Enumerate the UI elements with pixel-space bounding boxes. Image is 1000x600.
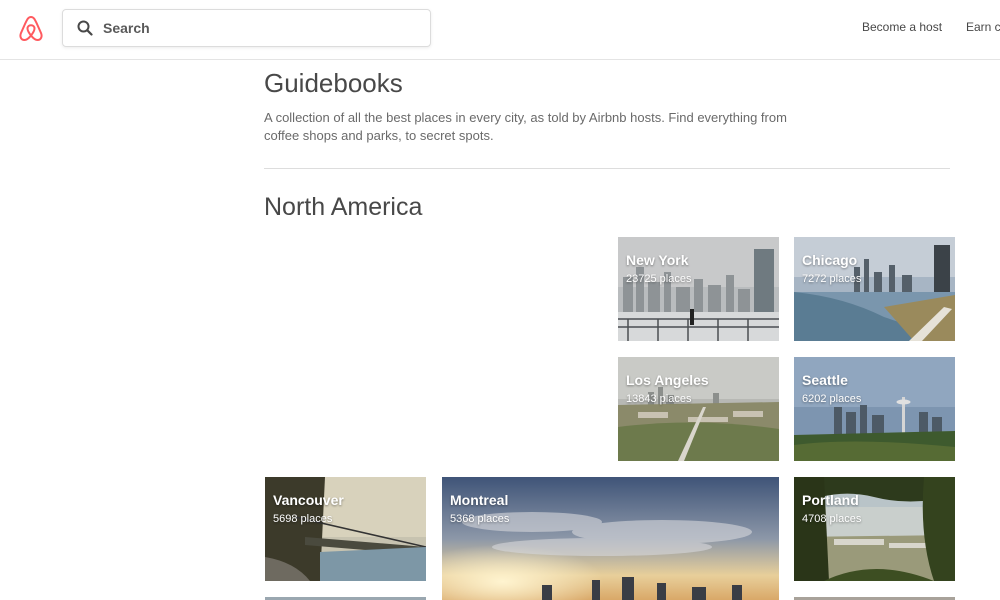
section-title-north-america: North America <box>264 193 423 221</box>
city-name: Chicago <box>802 252 858 268</box>
city-name: Montreal <box>450 492 509 508</box>
earn-credit-link[interactable]: Earn cr <box>966 20 1000 34</box>
top-header: Become a host Earn cr <box>0 0 1000 60</box>
guidebook-card-los-angeles[interactable]: Los Angeles 13843 places <box>618 357 779 461</box>
places-count: 6202 places <box>802 393 862 405</box>
places-count: 5698 places <box>273 513 333 525</box>
places-count: 13843 places <box>626 393 692 405</box>
page-description: A collection of all the best places in e… <box>264 110 787 143</box>
places-count: 4708 places <box>802 513 862 525</box>
city-name: Los Angeles <box>626 372 709 388</box>
guidebook-card-portland[interactable]: Portland 4708 places <box>794 477 955 581</box>
guidebook-card-seattle[interactable]: Seattle 6202 places <box>794 357 955 461</box>
places-count: 23725 places <box>626 273 692 285</box>
city-name: Seattle <box>802 372 848 388</box>
city-name: Vancouver <box>273 492 344 508</box>
guidebook-card-chicago[interactable]: Chicago 7272 places <box>794 237 955 341</box>
guidebook-card-montreal[interactable]: Montreal 5368 places <box>442 477 779 600</box>
city-name: Portland <box>802 492 859 508</box>
city-name: New York <box>626 252 689 268</box>
places-count: 5368 places <box>450 513 510 525</box>
divider <box>264 168 950 169</box>
page-title: Guidebooks <box>264 68 403 98</box>
guidebook-card-new-york[interactable]: New York 23725 places <box>618 237 779 341</box>
guidebook-card-vancouver[interactable]: Vancouver 5698 places <box>265 477 426 581</box>
airbnb-logo-icon[interactable] <box>18 14 44 42</box>
search-bar[interactable] <box>62 9 431 47</box>
places-count: 7272 places <box>802 273 862 285</box>
search-input[interactable] <box>103 18 413 38</box>
become-a-host-link[interactable]: Become a host <box>862 20 942 34</box>
search-icon <box>77 20 93 36</box>
